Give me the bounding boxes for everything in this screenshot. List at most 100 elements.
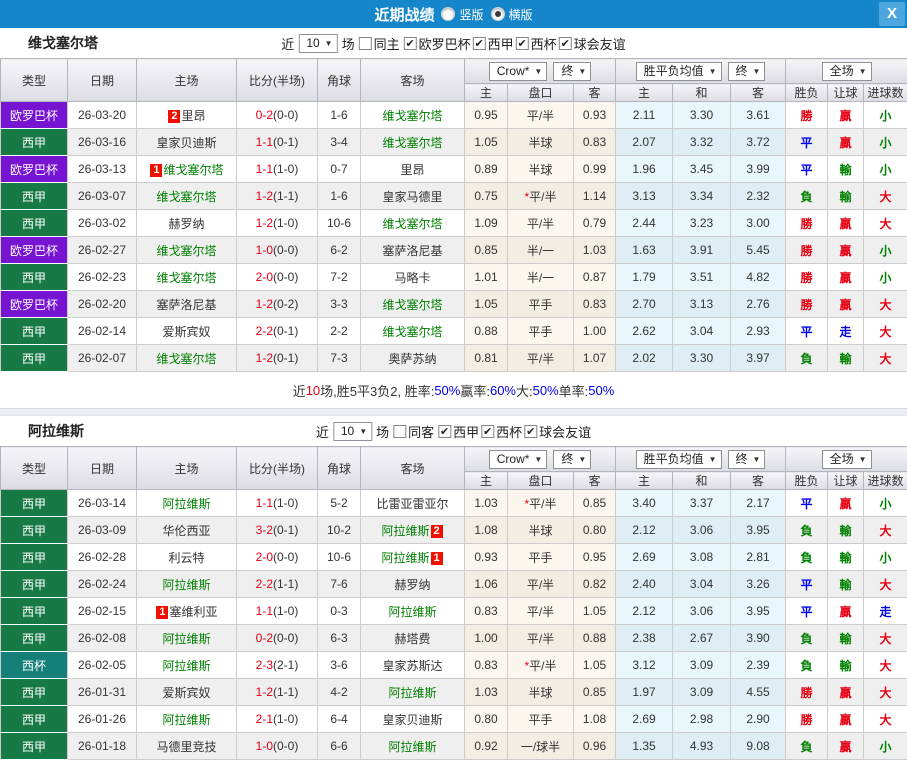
checkbox-checked-icon: ✔ [524, 425, 537, 438]
handicap-result-cell: 輸 [828, 571, 864, 598]
handicap-line-cell: 平/半 [508, 598, 574, 625]
recent-count-select[interactable]: 10 ▼ [298, 34, 337, 53]
corner-cell: 6-2 [318, 237, 361, 264]
recent-label: 近 [316, 422, 329, 441]
league-filter-checkboxes: ✔西甲✔西杯✔球会友谊 [438, 422, 591, 441]
goals-result-cell: 大 [864, 706, 907, 733]
radio-unchecked-icon [441, 7, 455, 21]
wdl-result-cell: 平 [786, 490, 828, 517]
score-cell: 1-1(1-0) [237, 598, 318, 625]
odds-home-cell: 1.00 [465, 625, 508, 652]
avg-final-select[interactable]: 终▼ [728, 450, 766, 469]
avg-final-select[interactable]: 终▼ [728, 62, 766, 81]
odds-home-cell: 1.05 [465, 291, 508, 318]
matches-tbody: 欧罗巴杯26-03-202里昂0-2(0-0)1-6维戈塞尔塔0.95平/半0.… [1, 102, 907, 372]
handicap-result-cell: 贏 [828, 706, 864, 733]
odds-away-cell: 0.83 [574, 129, 616, 156]
league-badge-cell: 西甲 [1, 571, 68, 598]
handicap-result-cell: 輸 [828, 517, 864, 544]
radio-checked-icon [491, 7, 505, 21]
close-button[interactable]: X [879, 2, 905, 26]
avg-draw-cell: 3.08 [673, 544, 731, 571]
odds-home-cell: 0.80 [465, 706, 508, 733]
score-cell: 1-2(0-1) [237, 345, 318, 372]
avg-home-cell: 2.40 [616, 571, 673, 598]
avg-home-cell: 2.38 [616, 625, 673, 652]
handicap-line-cell: *平/半 [508, 652, 574, 679]
odds-away-cell: 0.85 [574, 490, 616, 517]
avg-home-cell: 2.69 [616, 706, 673, 733]
home-team-cell: 爱斯宾奴 [137, 679, 237, 706]
handicap-line-cell: 半球 [508, 679, 574, 706]
goals-result-cell: 大 [864, 291, 907, 318]
same-venue-checkbox[interactable]: 同主 [359, 34, 400, 53]
handicap-line-cell: 半球 [508, 156, 574, 183]
wdl-result-cell: 平 [786, 318, 828, 345]
odds-home-cell: 0.93 [465, 544, 508, 571]
league-checkbox[interactable]: ✔西杯 [516, 34, 557, 53]
match-row: 欧罗巴杯26-03-131维戈塞尔塔1-1(1-0)0-7里昂0.89半球0.9… [1, 156, 907, 183]
avg-draw-cell: 3.37 [673, 490, 731, 517]
league-checkbox[interactable]: ✔球会友谊 [524, 422, 591, 441]
date-cell: 26-02-14 [68, 318, 137, 345]
home-team-cell: 阿拉维斯 [137, 490, 237, 517]
avg-odds-select[interactable]: 胜平负均值▼ [636, 62, 722, 81]
handicap-line-cell: 半球 [508, 129, 574, 156]
corner-cell: 10-6 [318, 544, 361, 571]
col-avg-home: 主 [616, 472, 673, 490]
odds-home-cell: 1.09 [465, 210, 508, 237]
avg-away-cell: 3.95 [731, 598, 786, 625]
col-date: 日期 [68, 447, 137, 490]
handicap-result-cell: 贏 [828, 598, 864, 625]
section-divider [0, 408, 907, 416]
match-row: 欧罗巴杯26-02-27维戈塞尔塔1-0(0-0)6-2塞萨洛尼基0.85半/一… [1, 237, 907, 264]
avg-draw-cell: 2.98 [673, 706, 731, 733]
matches-table: 类型 日期 主场 比分(半场) 角球 客场 Crow*▼ 终▼ 胜平负均值▼ 终… [0, 58, 907, 372]
odds-home-cell: 0.75 [465, 183, 508, 210]
corner-cell: 6-3 [318, 625, 361, 652]
league-badge-cell: 西甲 [1, 544, 68, 571]
league-checkbox[interactable]: ✔西甲 [473, 34, 514, 53]
col-handicap: 让球 [828, 472, 864, 490]
avg-away-cell: 5.45 [731, 237, 786, 264]
date-cell: 26-03-14 [68, 490, 137, 517]
avg-away-cell: 3.61 [731, 102, 786, 129]
odds-source-select[interactable]: Crow*▼ [489, 450, 548, 469]
goals-result-cell: 大 [864, 679, 907, 706]
date-cell: 26-01-31 [68, 679, 137, 706]
goals-result-cell: 大 [864, 318, 907, 345]
games-label: 场 [376, 422, 389, 441]
goals-result-cell: 小 [864, 544, 907, 571]
col-goals: 进球数 [864, 472, 907, 490]
odds-final-select[interactable]: 终▼ [553, 450, 591, 469]
odds-away-cell: 0.85 [574, 679, 616, 706]
avg-home-cell: 3.13 [616, 183, 673, 210]
scope-select[interactable]: 全场▼ [822, 450, 872, 469]
home-team-cell: 维戈塞尔塔 [137, 183, 237, 210]
same-venue-checkbox[interactable]: 同客 [393, 422, 434, 441]
col-score: 比分(半场) [237, 59, 318, 102]
score-cell: 0-2(0-0) [237, 102, 318, 129]
odds-final-select[interactable]: 终▼ [553, 62, 591, 81]
col-away: 客场 [361, 59, 465, 102]
dropdown-arrow-icon: ▼ [325, 36, 333, 51]
odds-away-cell: 0.87 [574, 264, 616, 291]
avg-draw-cell: 3.06 [673, 517, 731, 544]
league-checkbox[interactable]: ✔球会友谊 [559, 34, 626, 53]
avg-odds-select[interactable]: 胜平负均值▼ [636, 450, 722, 469]
handicap-line-cell: 半/一 [508, 237, 574, 264]
layout-horizontal-radio[interactable]: 横版 [491, 6, 533, 23]
odds-source-select[interactable]: Crow*▼ [489, 62, 548, 81]
avg-home-cell: 2.12 [616, 598, 673, 625]
recent-count-select[interactable]: 10 ▼ [333, 422, 372, 441]
league-checkbox[interactable]: ✔欧罗巴杯 [404, 34, 471, 53]
score-cell: 1-0(0-0) [237, 237, 318, 264]
match-row: 西甲26-03-02赫罗纳1-2(1-0)10-6维戈塞尔塔1.09平/半0.7… [1, 210, 907, 237]
league-checkbox[interactable]: ✔西杯 [481, 422, 522, 441]
layout-vertical-radio[interactable]: 竖版 [441, 6, 483, 23]
games-label: 场 [342, 34, 355, 53]
scope-select[interactable]: 全场▼ [822, 62, 872, 81]
date-cell: 26-03-07 [68, 183, 137, 210]
avg-home-cell: 2.07 [616, 129, 673, 156]
league-checkbox[interactable]: ✔西甲 [438, 422, 479, 441]
